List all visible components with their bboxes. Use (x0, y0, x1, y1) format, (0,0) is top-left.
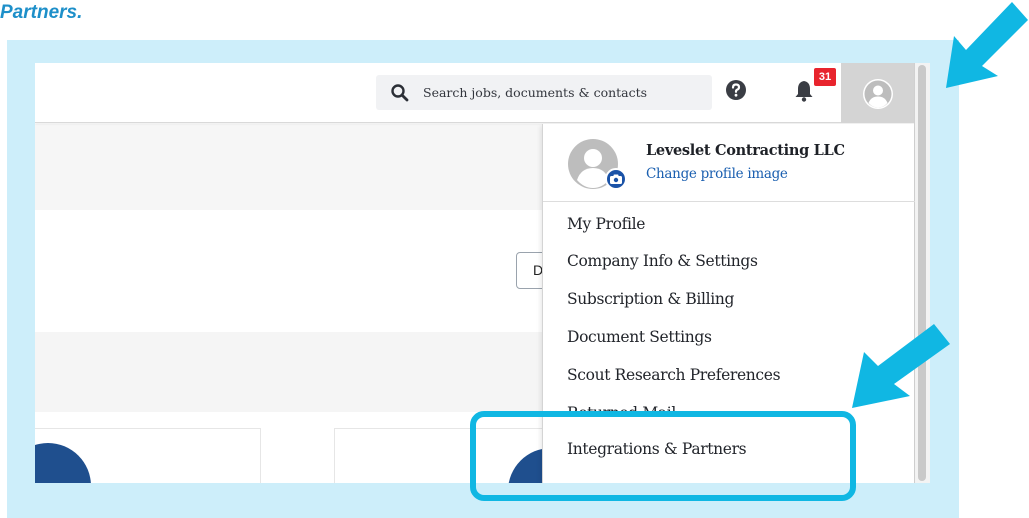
menu-item-company-info[interactable]: Company Info & Settings (567, 252, 758, 270)
pointer-arrow-icon (852, 324, 950, 408)
search-icon (391, 84, 409, 102)
menu-item-scout-research[interactable]: Scout Research Preferences (567, 366, 781, 384)
pointer-arrow-icon (946, 2, 1028, 88)
change-profile-image-link[interactable]: Change profile image (646, 166, 788, 182)
notification-badge: 31 (814, 68, 836, 86)
section-band (35, 332, 575, 412)
page-header-band (35, 124, 575, 210)
camera-icon[interactable] (605, 168, 627, 190)
search-input[interactable]: Search jobs, documents & contacts (376, 75, 712, 110)
profile-avatar-button[interactable] (841, 63, 914, 123)
menu-item-document-settings[interactable]: Document Settings (567, 328, 712, 346)
caption-text: Partners. (0, 2, 83, 23)
help-icon[interactable] (725, 79, 747, 101)
company-name: Leveslet Contracting LLC (646, 142, 845, 159)
scrollbar-thumb[interactable] (918, 65, 926, 481)
avatar-icon (863, 79, 893, 109)
menu-item-subscription[interactable]: Subscription & Billing (567, 290, 734, 308)
search-placeholder: Search jobs, documents & contacts (423, 85, 648, 100)
highlight-box (470, 411, 856, 501)
top-bar: Search jobs, documents & contacts 31 (35, 63, 930, 123)
bell-icon[interactable] (793, 79, 815, 103)
dropdown-header: Leveslet Contracting LLC Change profile … (543, 124, 915, 202)
menu-item-my-profile[interactable]: My Profile (567, 215, 645, 233)
